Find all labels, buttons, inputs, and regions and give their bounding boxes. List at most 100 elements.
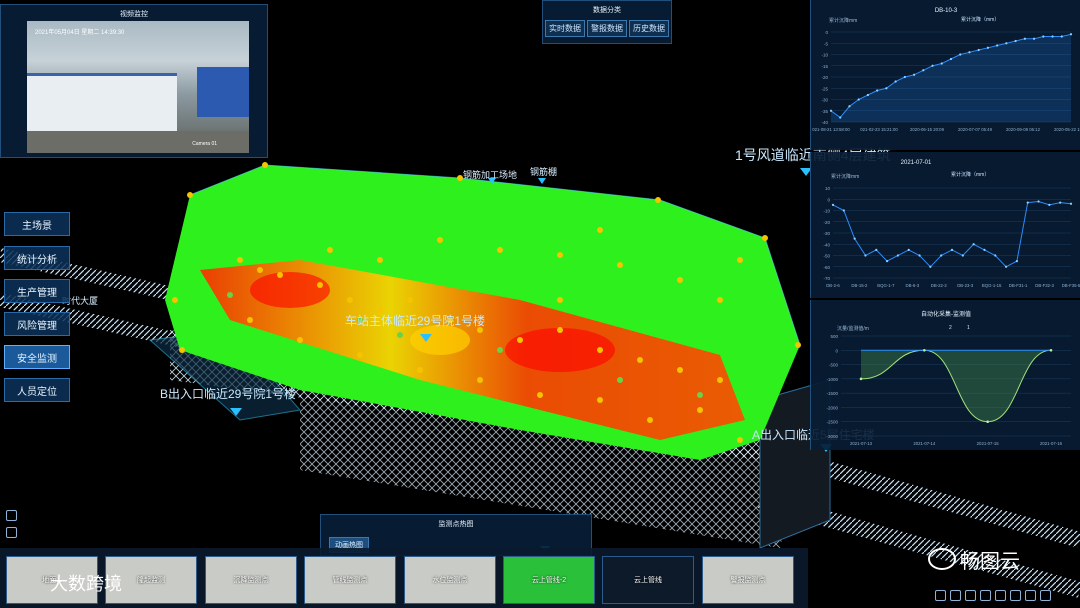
nav-main-scene[interactable]: 主场景 [4,212,70,236]
nav-production[interactable]: 生产管理 [4,279,70,303]
toolbar-icon-4[interactable] [980,590,991,601]
tab-history[interactable]: 历史数据 [629,20,669,37]
chart-y-tick: -10 [821,53,828,58]
layer-icon[interactable] [6,527,17,538]
label-steel-shed[interactable]: 钢筋棚 [530,165,557,178]
toolbar-icon-3[interactable] [965,590,976,601]
chart-x-tick: 2021-07-15 [977,441,1000,446]
toolbar-icon-1[interactable] [935,590,946,601]
tab-alarm[interactable]: 警报数据 [587,20,627,37]
chart-x-tick: 021-02-23 15:21:00 [860,127,898,132]
thumb-2[interactable]: 沉降监测点 [205,556,297,604]
data-point [903,75,906,79]
map-icon[interactable] [6,510,17,521]
blue-wall [197,67,249,117]
label-steel-yard[interactable]: 钢筋加工场地 [463,168,517,181]
chart-x-tick: DB-F31-1 [1009,283,1028,288]
toolbar-icon-5[interactable] [995,590,1006,601]
chart3-plot: -3000 -2500 -2000 -1500 -1000 -500 0 500 2021-07… [826,334,1071,446]
data-point [853,237,856,240]
chart2-panel: 2021-07-01 累计沉降（mm） 累计沉降mm -70 -60 -50 -40-… [810,152,1080,298]
nav-safety[interactable]: 安全监测 [4,345,70,369]
chart-y-tick: -2500 [826,420,838,425]
data-point [907,248,910,251]
nav-risk[interactable]: 风险管理 [4,312,70,336]
data-point [986,46,990,49]
chart-y-tick: -20 [821,75,828,80]
data-point [940,254,943,257]
toolbar-icon-7[interactable] [1025,590,1036,601]
chart-y-tick: 0 [825,30,828,35]
label-exit-b[interactable]: B出入口临近29号院1号楼 [160,385,296,402]
chart-x-tick: 2020-06-15 20:09 [910,127,945,132]
data-point [1069,33,1073,36]
data-category-panel: 数据分类 实时数据 警报数据 历史数据 [542,0,672,44]
data-point [894,80,897,83]
video-monitor-panel: 视频监控 2021年05月04日 星期二 14:39:30 Camera 01 [0,4,268,158]
thumb-4-label: 水位监测点 [432,577,468,584]
chart1-ylabel: 累计沉降mm [829,17,857,24]
chart-y-tick: 0 [835,348,838,353]
chart3-legend-1: 1 [967,325,970,331]
chart-y-tick: -25 [821,86,828,91]
chart-x-tick: 2021-07-14 [913,441,936,446]
chart-x-tick: DB-23-3 [957,283,974,288]
chart-y-tick: -1000 [826,377,838,382]
nav-personnel[interactable]: 人员定位 [4,378,70,402]
data-point [1015,260,1019,263]
chart-x-tick: 2020-07-07 05:49 [958,127,993,132]
data-point [1014,39,1017,43]
thumb-5-label: 云上管线-2 [531,577,567,584]
thumb-6-label: 云上管线 [634,577,662,584]
chart-y-tick: -15 [821,64,828,69]
toolbar-icon-8[interactable] [1040,590,1051,601]
chart-x-tick: DB-2-6 [826,283,840,288]
toolbar-icon-2[interactable] [950,590,961,601]
chart1-svg: DB-10-3 累计沉降（mm） 累计沉降mm -40-35-30-25-20-… [812,8,1080,132]
label-station-main[interactable]: 车站主体临近29号院1号楼 [345,312,485,329]
chart-y-tick: 500 [830,334,838,339]
chart-x-tick: 2021-07-13 [850,441,873,446]
data-point [949,57,953,61]
thumb-3-label: 管线监测点 [332,577,368,584]
thumb-4[interactable]: 水位监测点 [404,556,496,604]
data-point [918,254,921,257]
tab-realtime[interactable]: 实时数据 [545,20,585,37]
chart-x-tick: 2020-05-22 19:03 [1054,127,1080,132]
chart2-svg: 2021-07-01 累计沉降（mm） 累计沉降mm -70-60-50-40-… [823,160,1080,288]
chart-y-tick: -500 [829,363,839,368]
data-point [977,48,980,52]
data-point [896,254,900,257]
nav-statistics[interactable]: 统计分析 [4,246,70,270]
chart-x-tick: BQG-1-15 [982,283,1002,288]
thumb-7[interactable]: 警报监测点 [702,556,794,604]
chart-y-tick: 10 [825,186,831,191]
thumb-6[interactable]: 云上管线 [602,556,694,604]
thumb-5[interactable]: 云上管线-2 [503,556,595,604]
data-point [923,348,926,352]
data-point [885,260,889,263]
thumb-3[interactable]: 管线监测点 [304,556,396,604]
data-point [1042,35,1045,38]
data-point [940,62,943,65]
data-point [929,265,932,268]
data-point [1023,37,1026,40]
camera-label: Camera 01 [192,141,217,147]
series-line [832,200,1072,268]
video-timestamp: 2021年05月04日 星期二 14:39:30 [35,30,125,36]
video-feed[interactable]: 2021年05月04日 星期二 14:39:30 Camera 01 [27,21,249,153]
construction-fence [27,73,177,136]
chart-y-tick: 0 [827,197,830,202]
data-point [1060,35,1063,38]
chart-y-tick: -2000 [826,405,838,410]
series-area [831,34,1071,122]
chart-y-tick: -40 [821,120,828,125]
watermark-right: 畅图云 [960,551,1020,573]
toolbar-icon-6[interactable] [1010,590,1021,601]
chart-x-tick: BQG-1-7 [877,283,895,288]
data-point [1059,201,1062,204]
data-point [876,89,879,92]
chart2-title: 2021-07-01 [901,160,932,166]
chart3-ylabel: 沉量/监测值/m [837,325,869,332]
chart-x-tick: 2020-09-08 06:12 [1006,127,1041,132]
